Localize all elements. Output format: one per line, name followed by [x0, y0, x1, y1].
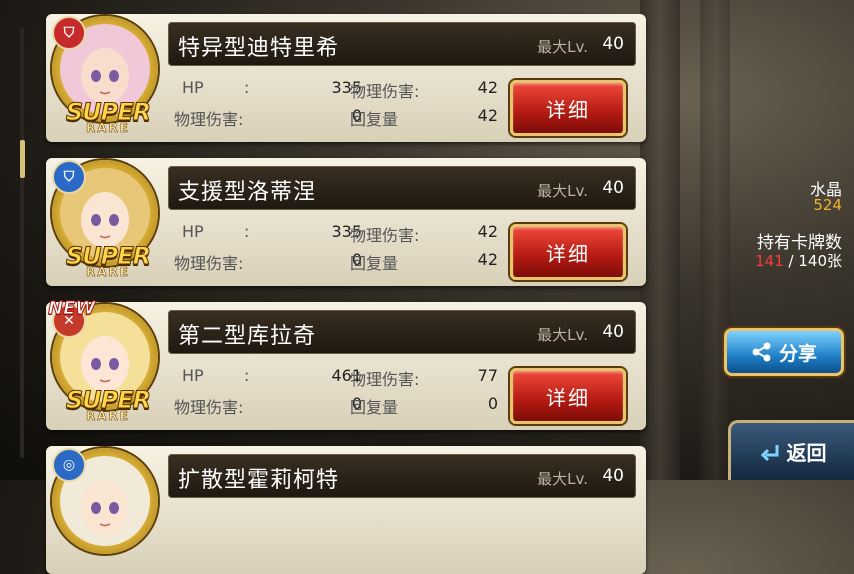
max-level-value: 40	[602, 178, 624, 198]
physical-damage-value: 77	[477, 366, 498, 385]
new-badge: NEW	[47, 298, 96, 320]
card-title-bar: 特异型迪特里希 最大Lv. 40	[168, 22, 636, 66]
rarity-badge: SUPER RARE	[48, 244, 168, 279]
scrollbar-track[interactable]	[20, 28, 24, 458]
card-name: 扩散型霍莉柯特	[178, 468, 340, 493]
card-title-bar: 第二型库拉奇 最大Lv. 40	[168, 310, 636, 354]
recovery-label: 回复量	[350, 110, 399, 129]
card-name: 支援型洛蒂涅	[178, 180, 317, 205]
card-name: 第二型库拉奇	[178, 324, 317, 349]
share-icon	[752, 342, 771, 362]
cards-separator: /	[783, 252, 799, 270]
share-label: 分享	[778, 342, 817, 365]
detail-button[interactable]: 详细	[510, 80, 626, 136]
recovery-label: 回复量	[350, 398, 399, 417]
card-item[interactable]: ✕ NEW SUPER RARE 第二型库拉奇 最大Lv. 40 HP:461 物理伤害: 77 物…	[46, 298, 646, 430]
physical-damage-label-2: 物理伤害:	[174, 254, 244, 273]
crystal-value: 524	[813, 196, 842, 214]
swirl-icon: ◎	[52, 448, 86, 482]
max-level-value: 40	[602, 34, 624, 54]
card-count: 141 / 140张	[755, 250, 842, 271]
hp-label: HP	[182, 78, 204, 97]
hp-colon: :	[244, 222, 250, 241]
share-button[interactable]: 分享	[724, 328, 844, 376]
max-level-label: 最大Lv.	[537, 182, 588, 200]
physical-damage-label: 物理伤害:	[350, 370, 420, 389]
rarity-badge: SUPER RARE	[48, 100, 168, 135]
max-level-value: 40	[602, 466, 624, 486]
recovery-value: 42	[477, 106, 498, 125]
shield-icon: ⛉	[52, 160, 86, 194]
rarity-badge: SUPER RARE	[48, 388, 168, 423]
max-level-label: 最大Lv.	[537, 326, 588, 344]
card-item[interactable]: ◎ 扩散型霍莉柯特 最大Lv. 40	[46, 446, 646, 574]
card-item[interactable]: ⛉ SUPER RARE 支援型洛蒂涅 最大Lv. 40 HP:335 物理伤害: 42 物理伤害…	[46, 158, 646, 286]
recovery-label: 回复量	[350, 254, 399, 273]
card-stats: HP:335 物理伤害: 42 物理伤害: 0 回复量 42	[166, 72, 506, 136]
card-stats: HP:335 物理伤害: 42 物理伤害: 0 回复量 42	[166, 216, 506, 280]
physical-damage-label: 物理伤害:	[350, 226, 420, 245]
background-pillar	[640, 0, 680, 480]
background-pillar	[700, 0, 730, 480]
cards-owned: 141	[755, 252, 784, 270]
return-arrow-icon	[760, 444, 778, 461]
max-level-value: 40	[602, 322, 624, 342]
shield-icon: ⛉	[52, 16, 86, 50]
physical-damage-label-2: 物理伤害:	[174, 110, 244, 129]
physical-damage-value: 42	[477, 78, 498, 97]
hp-colon: :	[244, 78, 250, 97]
card-title-bar: 支援型洛蒂涅 最大Lv. 40	[168, 166, 636, 210]
card-title-bar: 扩散型霍莉柯特 最大Lv. 40	[168, 454, 636, 498]
max-level-label: 最大Lv.	[537, 470, 588, 488]
hp-colon: :	[244, 366, 250, 385]
card-name: 特异型迪特里希	[178, 36, 340, 61]
detail-button[interactable]: 详细	[510, 368, 626, 424]
card-stats: HP:461 物理伤害: 77 物理伤害: 0 回复量 0	[166, 360, 506, 424]
back-label: 返回	[786, 441, 827, 465]
max-level-label: 最大Lv.	[537, 38, 588, 56]
card-item[interactable]: ⛉ SUPER RARE 特异型迪特里希 最大Lv. 40 HP:335 物理伤害: 42 物理伤…	[46, 14, 646, 142]
physical-damage-value: 42	[477, 222, 498, 241]
hp-label: HP	[182, 222, 204, 241]
back-button[interactable]: 返回	[728, 420, 854, 480]
scrollbar-thumb[interactable]	[20, 140, 25, 178]
physical-damage-label-2: 物理伤害:	[174, 398, 244, 417]
physical-damage-label: 物理伤害:	[350, 82, 420, 101]
recovery-value: 0	[487, 394, 498, 413]
cards-max: 140张	[798, 252, 842, 270]
hp-label: HP	[182, 366, 204, 385]
recovery-value: 42	[477, 250, 498, 269]
detail-button[interactable]: 详细	[510, 224, 626, 280]
